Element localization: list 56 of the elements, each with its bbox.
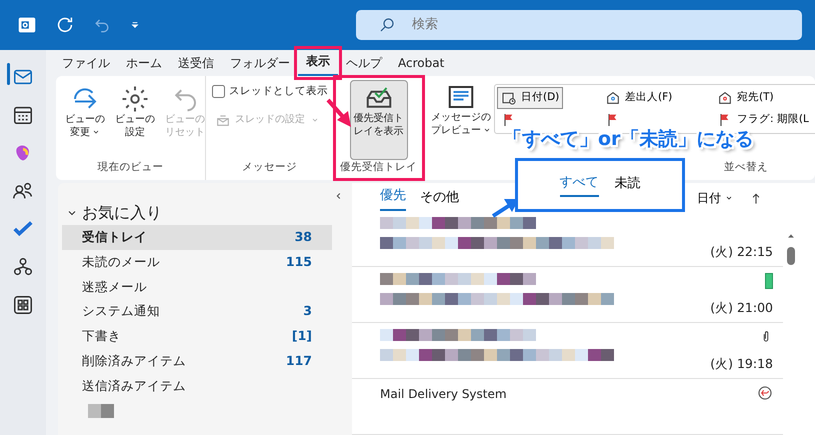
received-time: (火) 19:18: [710, 355, 773, 374]
ribbon-button[interactable]: ビューの 変更: [62, 82, 108, 160]
sort-option[interactable]: 差出人(F): [601, 87, 676, 109]
thread-checkbox[interactable]: [212, 85, 225, 98]
filter-tab[interactable]: すべて: [560, 172, 598, 198]
group-label: 並べ替え: [723, 160, 769, 176]
group-label: 現在のビュー: [96, 160, 164, 176]
reply-icon: [757, 385, 773, 401]
sort-option[interactable]: 日付(D): [497, 87, 564, 109]
focused-inbox-button[interactable]: 優先受信ト レイを表示: [350, 80, 408, 160]
unread-count: [1]: [292, 327, 312, 345]
unread-count: 117: [286, 352, 312, 370]
received-time: (火) 21:00: [710, 299, 773, 318]
menu-tab[interactable]: フォルダー: [222, 52, 298, 76]
unread-count: 115: [286, 252, 312, 271]
redacted-block: [88, 404, 114, 418]
received-time: (火) 22:15: [710, 243, 773, 262]
preview-button[interactable]: メッセージの プレビュー: [428, 80, 494, 139]
menu-tab[interactable]: ヘルプ: [338, 52, 390, 76]
folder-item[interactable]: 送信済みアイテム: [62, 374, 332, 398]
envelope-person-icon: [717, 90, 733, 106]
favorites-heading[interactable]: お気に入り: [82, 201, 162, 225]
calendar-icon[interactable]: [12, 104, 34, 126]
list-tab[interactable]: 優先: [380, 184, 406, 211]
sender-name: Mail Delivery System: [380, 386, 508, 403]
unread-count: 3: [303, 302, 312, 320]
envelope-person-icon: [605, 90, 621, 106]
folder-item[interactable]: 削除済みアイテム 117: [62, 348, 332, 374]
filter-tab[interactable]: 未読: [614, 174, 640, 196]
sort-button[interactable]: 日付: [697, 189, 733, 207]
calendar-clock-icon: [501, 90, 517, 106]
gear-icon: [120, 84, 150, 114]
ribbon-button[interactable]: ビューの 設定: [112, 82, 158, 160]
menu-tab[interactable]: ファイル: [54, 52, 118, 76]
folder-item[interactable]: 迷惑メール: [62, 274, 332, 300]
menu-tab[interactable]: 送受信: [170, 52, 222, 76]
menu-tab[interactable]: Acrobat: [390, 52, 452, 76]
checkbox-label[interactable]: スレッドとして表示: [229, 84, 328, 100]
unread-count: 38: [294, 228, 312, 246]
search-icon[interactable]: [378, 16, 396, 34]
folder-item[interactable]: 受信トレイ 38: [62, 225, 332, 250]
caret-icon: [725, 194, 733, 202]
folder-item[interactable]: システム通知 3: [62, 299, 332, 324]
folder-item[interactable]: 未読のメール 115: [62, 250, 332, 274]
apps-icon[interactable]: [12, 294, 34, 316]
folder-item[interactable]: 下書き [1]: [62, 324, 332, 349]
selected-indicator: [7, 63, 10, 85]
group-label: 優先受信トレイ: [340, 160, 417, 176]
search-field[interactable]: 検索: [356, 10, 802, 40]
menu-tab[interactable]: ホーム: [118, 52, 170, 76]
scroll-thumb[interactable]: [787, 247, 795, 265]
list-tab[interactable]: その他: [420, 186, 459, 211]
annotation-arrow: [324, 96, 354, 130]
sort-option[interactable]: 宛先(T): [713, 87, 778, 109]
group-label: メッセージ: [241, 160, 298, 176]
org-chart-icon[interactable]: [12, 256, 34, 278]
